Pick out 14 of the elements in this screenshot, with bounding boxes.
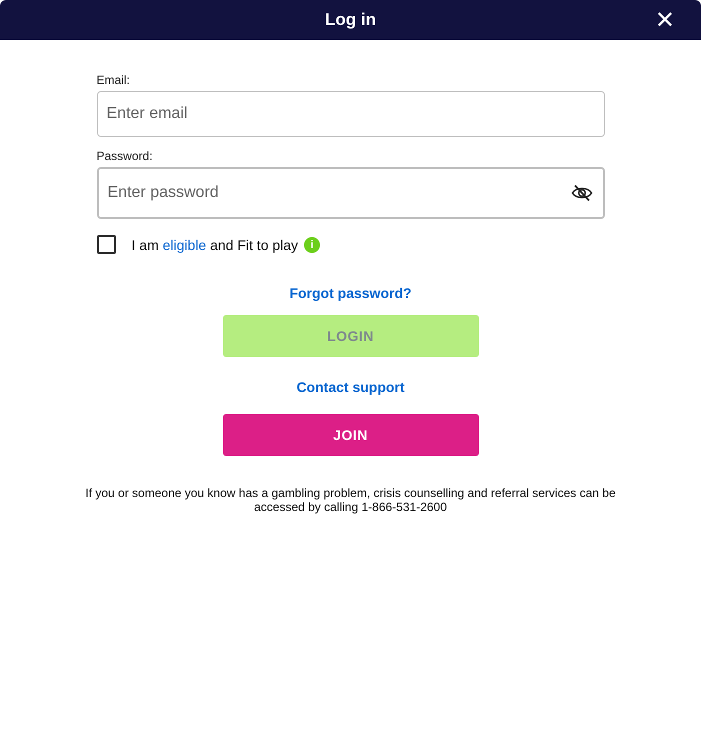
join-button[interactable]: JOIN — [222, 414, 478, 456]
disclaimer-text: If you or someone you know has a gambling problem, crisis counselling and referral services can be accessed by calling 1-866-531-2600 — [84, 486, 617, 514]
contact-support-link[interactable]: Contact support — [296, 379, 405, 395]
password-label: Password: — [96, 149, 154, 163]
email-field[interactable]: Enter email — [96, 91, 604, 137]
email-label: Email: — [96, 73, 131, 87]
forgot-password-link[interactable]: Forgot password? — [289, 285, 412, 301]
password-field[interactable]: Enter password — [96, 167, 604, 219]
eligible-link[interactable]: eligible — [162, 236, 206, 252]
window-title: Log in — [325, 10, 376, 30]
eligibility-checkbox[interactable] — [96, 235, 116, 254]
eligibility-label: I am eligible and Fit to play — [132, 236, 298, 252]
eye-slash-icon[interactable] — [570, 184, 592, 202]
close-button[interactable]: ✕ — [650, 6, 679, 34]
